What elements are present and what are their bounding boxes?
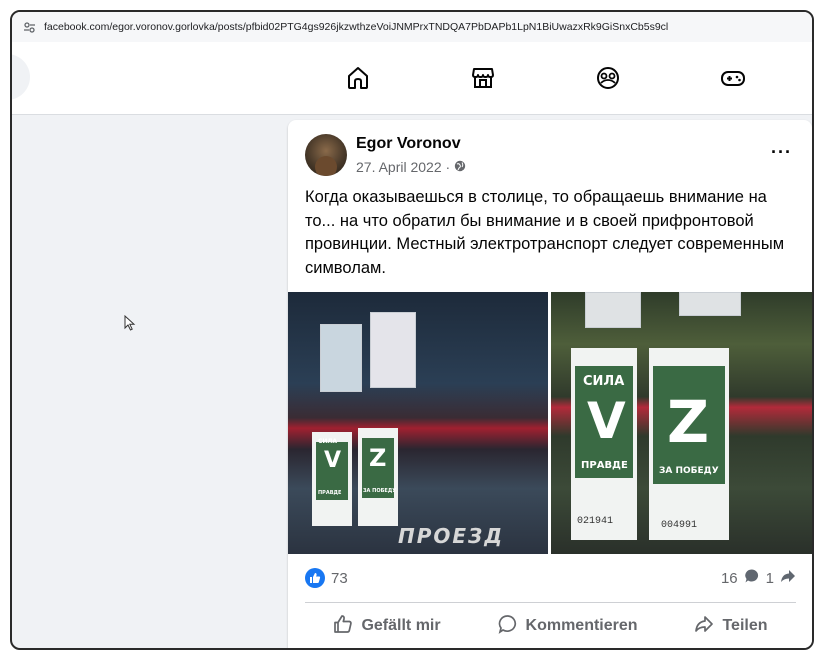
like-button[interactable]: Gefällt mir: [333, 614, 441, 639]
like-reaction-icon: [305, 568, 325, 588]
globe-icon: [454, 159, 466, 175]
comment-button[interactable]: Kommentieren: [498, 614, 638, 639]
comment-count-icon: [744, 568, 760, 588]
poster-z-large: Z ЗА ПОБЕДУ 004991: [649, 348, 729, 540]
mouse-cursor-icon: [124, 314, 136, 336]
leaflet-top-left: [585, 292, 641, 328]
groups-icon[interactable]: [592, 64, 624, 92]
marketplace-icon[interactable]: [467, 64, 499, 92]
engagement-counts: 16 1: [721, 568, 796, 588]
gaming-icon[interactable]: [717, 64, 749, 92]
photo-left[interactable]: V СИЛА ПРАВДЕ Z ЗА ПОБЕДУ ПРОЕЗД: [288, 292, 548, 554]
shares-count[interactable]: 1: [766, 570, 774, 587]
url-text[interactable]: facebook.com/egor.voronov.gorlovka/posts…: [44, 21, 668, 33]
top-navigation: [12, 42, 812, 115]
post-card: Egor Voronov 27. April 2022 · ··· Когда …: [288, 120, 812, 648]
share-icon: [694, 614, 714, 639]
post-date[interactable]: 27. April 2022 ·: [356, 159, 450, 175]
post-text: Когда оказываешься в столице, то обращае…: [305, 188, 785, 277]
photo-right[interactable]: СИЛА V ПРАВДЕ 021941 Z ЗА ПОБЕДУ 004991: [551, 292, 812, 554]
comment-label: Kommentieren: [525, 617, 638, 634]
profile-shortcut[interactable]: [12, 54, 30, 100]
site-settings-icon[interactable]: [22, 20, 36, 34]
share-button[interactable]: Teilen: [694, 614, 768, 639]
poster-z: Z ЗА ПОБЕДУ: [358, 428, 398, 526]
post-meta: 27. April 2022 ·: [356, 159, 466, 175]
author-avatar[interactable]: [305, 134, 347, 176]
leaflet-top-right: [679, 292, 741, 316]
comment-icon: [498, 614, 518, 639]
browser-window: facebook.com/egor.voronov.gorlovka/posts…: [10, 10, 814, 650]
glass-text: ПРОЕЗД: [398, 524, 505, 548]
address-bar[interactable]: facebook.com/egor.voronov.gorlovka/posts…: [12, 12, 812, 43]
poster-v-large: СИЛА V ПРАВДЕ 021941: [571, 348, 637, 540]
post-photos[interactable]: V СИЛА ПРАВДЕ Z ЗА ПОБЕДУ ПРОЕЗД СИЛА V: [288, 292, 812, 554]
leaflet-blue: [320, 324, 362, 392]
more-options-button[interactable]: ···: [771, 142, 792, 163]
share-label: Teilen: [722, 617, 768, 634]
poster-v: V СИЛА ПРАВДЕ: [312, 432, 352, 526]
reactions-summary[interactable]: 73: [305, 568, 348, 588]
home-icon[interactable]: [342, 64, 374, 92]
reactions-count[interactable]: 73: [331, 570, 348, 587]
thumbs-up-icon: [333, 614, 353, 639]
post-actions: Gefällt mir Kommentieren Teilen: [305, 608, 796, 644]
comments-count[interactable]: 16: [721, 570, 738, 587]
like-label: Gefällt mir: [361, 617, 441, 634]
leaflet-white: [370, 312, 416, 388]
actions-divider: [305, 602, 796, 603]
share-count-icon: [780, 568, 796, 588]
author-name[interactable]: Egor Voronov: [356, 135, 461, 153]
